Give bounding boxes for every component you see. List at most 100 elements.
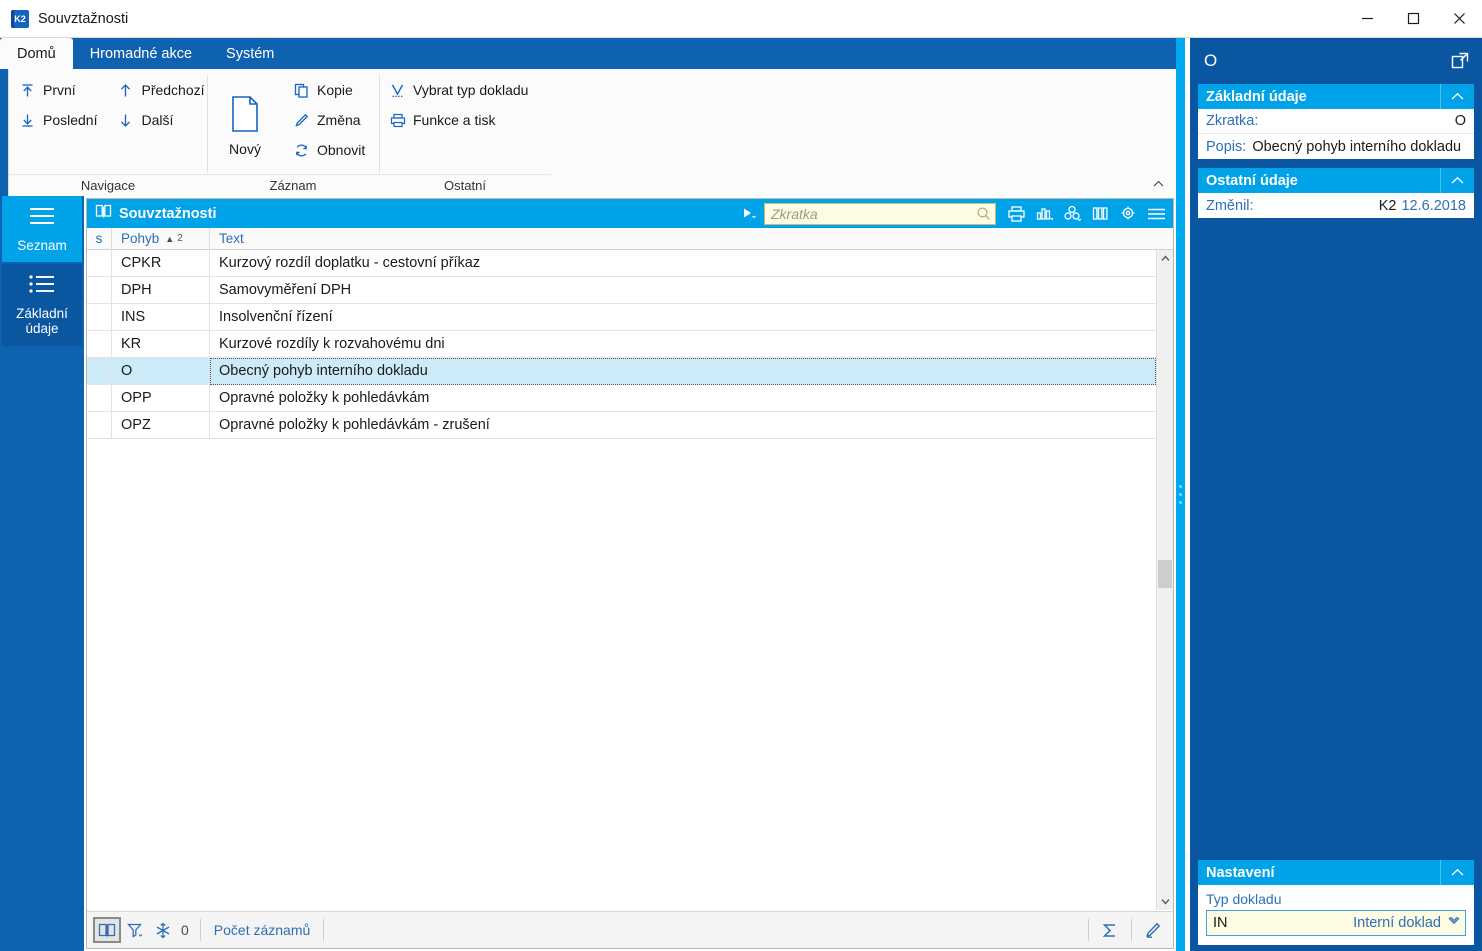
double-chevron-down-icon[interactable] — [1447, 916, 1461, 931]
field-zkratka-value: O — [1454, 113, 1466, 129]
bar-chart-icon[interactable] — [1031, 201, 1057, 226]
field-zmenil[interactable]: Změnil: K2 12.6.2018 — [1198, 193, 1474, 218]
button-funkce-a-tisk-label: Funkce a tisk — [413, 112, 496, 128]
section-nastaveni: Nastavení Typ dokladu IN Interní doklad — [1198, 860, 1474, 945]
cell-pohyb: INS — [112, 303, 210, 331]
sidebar-item-seznam-label: Seznam — [17, 237, 67, 253]
button-novy-label: Nový — [229, 140, 261, 157]
column-header-s[interactable]: s — [87, 227, 112, 250]
maximize-icon[interactable] — [1390, 0, 1436, 37]
cell-text: Insolvenční řízení — [219, 309, 333, 325]
ribbon: Domů Hromadné akce Systém První Poslední… — [0, 38, 1176, 196]
button-predchozi[interactable]: Předchozí — [107, 75, 214, 105]
cell-text: Obecný pohyb interního dokladu — [210, 357, 1156, 385]
button-zmena[interactable]: Změna — [283, 105, 375, 135]
button-kopie-label: Kopie — [317, 82, 353, 98]
field-popis[interactable]: Popis: Obecný pohyb interního dokladu — [1198, 134, 1474, 159]
field-zkratka[interactable]: Zkratka: O — [1198, 109, 1474, 134]
funnel-icon[interactable] — [121, 917, 149, 943]
scrollbar-thumb[interactable] — [1158, 560, 1172, 588]
field-typ-dokladu[interactable]: IN Interní doklad — [1206, 910, 1466, 936]
right-detail-panel: O Základní údaje Zkratka: O Popis: Obecn… — [1190, 38, 1482, 951]
button-vybrat-typ-dokladu[interactable]: Vybrat typ dokladu — [379, 75, 538, 105]
pivot-cube-icon[interactable] — [1059, 201, 1085, 226]
arrow-down-icon — [117, 112, 134, 129]
window-titlebar: K2 Souvztažnosti — [0, 0, 1482, 38]
ribbon-group-ostatni-label: Ostatní — [379, 174, 551, 196]
button-dalsi[interactable]: Další — [107, 105, 214, 135]
chevron-up-icon[interactable] — [1440, 84, 1474, 109]
field-zkratka-label: Zkratka: — [1206, 113, 1259, 129]
section-zakladni-udaje-body: Zkratka: O Popis: Obecný pohyb interního… — [1198, 109, 1474, 159]
section-nastaveni-body: Typ dokladu IN Interní doklad — [1198, 885, 1474, 945]
tab-domu[interactable]: Domů — [0, 38, 73, 69]
vertical-splitter[interactable] — [1176, 38, 1185, 951]
columns-icon[interactable] — [1087, 201, 1113, 226]
ribbon-tabs: Domů Hromadné akce Systém — [0, 38, 1176, 69]
divider — [199, 919, 201, 941]
ribbon-group-zaznam: Nový Kopie Změna Obnovit Záznam — [207, 69, 379, 196]
field-zmenil-label: Změnil: — [1206, 197, 1254, 214]
table-row[interactable]: INS Insolvenční řízení — [87, 303, 1156, 331]
hamburger-menu-icon[interactable] — [1143, 201, 1169, 226]
section-ostatni-udaje-header[interactable]: Ostatní údaje — [1198, 168, 1474, 193]
sigma-icon[interactable] — [1096, 917, 1124, 943]
table-row[interactable]: OPZ Opravné položky k pohledávkám - zruš… — [87, 411, 1156, 439]
table-row[interactable]: KR Kurzové rozdíly k rozvahovému dni — [87, 330, 1156, 358]
grid-header: Souvztažnosti — [87, 199, 1173, 228]
button-dalsi-label: Další — [141, 112, 174, 128]
open-external-icon[interactable] — [1446, 47, 1474, 75]
field-zmenil-date: 12.6.2018 — [1401, 197, 1466, 214]
scroll-down-icon[interactable] — [1157, 893, 1173, 910]
snowflake-icon[interactable] — [149, 917, 177, 943]
search-box[interactable] — [764, 202, 996, 225]
table-row[interactable]: DPH Samovyměření DPH — [87, 276, 1156, 304]
book-open-icon[interactable] — [93, 917, 121, 943]
cell-pohyb: OPZ — [112, 411, 210, 439]
tab-system[interactable]: Systém — [209, 38, 291, 69]
field-popis-value: Obecný pohyb interního dokladu — [1252, 138, 1462, 155]
button-novy[interactable]: Nový — [207, 75, 283, 175]
scroll-up-icon[interactable] — [1157, 250, 1173, 267]
gear-icon[interactable] — [1115, 201, 1141, 226]
section-zakladni-udaje-title: Základní údaje — [1206, 88, 1307, 105]
button-posledni[interactable]: Poslední — [9, 105, 107, 135]
table-row-selected[interactable]: O Obecný pohyb interního dokladu — [87, 357, 1156, 385]
chevron-up-icon[interactable] — [1148, 174, 1168, 194]
minimize-icon[interactable] — [1344, 0, 1390, 37]
sidebar-item-zakladni-udaje[interactable]: Základní údaje — [2, 264, 82, 346]
section-ostatni-udaje-title: Ostatní údaje — [1206, 172, 1298, 189]
column-header-text[interactable]: Text — [210, 228, 1173, 250]
table-row[interactable]: OPP Opravné položky k pohledávkám — [87, 384, 1156, 412]
section-nastaveni-header[interactable]: Nastavení — [1198, 860, 1474, 885]
field-typ-dokladu-desc: Interní doklad — [1353, 915, 1441, 931]
column-header-pohyb[interactable]: Pohyb ▲ 2 — [112, 227, 210, 250]
list-lines-icon — [27, 205, 57, 231]
tab-hromadne-akce[interactable]: Hromadné akce — [73, 38, 209, 69]
section-zakladni-udaje-header[interactable]: Základní údaje — [1198, 84, 1474, 109]
button-kopie[interactable]: Kopie — [283, 75, 375, 105]
button-funkce-a-tisk[interactable]: Funkce a tisk — [379, 105, 538, 135]
button-obnovit[interactable]: Obnovit — [283, 135, 375, 165]
cell-text: Kurzový rozdíl doplatku - cestovní příka… — [219, 255, 481, 271]
chevron-up-icon[interactable] — [1440, 860, 1474, 885]
search-input[interactable] — [771, 205, 976, 222]
chevron-up-icon[interactable] — [1440, 168, 1474, 193]
button-prvni[interactable]: První — [9, 75, 107, 105]
field-typ-dokladu-code: IN — [1213, 915, 1228, 931]
grid-vertical-scrollbar[interactable] — [1156, 250, 1173, 910]
grid-column-headers: s Pohyb ▲ 2 Text — [87, 227, 1173, 250]
sidebar-item-seznam[interactable]: Seznam — [2, 196, 82, 263]
pencil-icon — [293, 112, 310, 129]
magnifier-icon[interactable] — [976, 206, 991, 221]
book-icon — [95, 203, 112, 224]
close-icon[interactable] — [1436, 0, 1482, 37]
select-type-icon — [389, 82, 406, 99]
table-row[interactable]: CPKR Kurzový rozdíl doplatku - cestovní … — [87, 250, 1156, 277]
cell-s — [87, 330, 112, 358]
cell-text: Opravné položky k pohledávkám — [219, 390, 430, 406]
button-posledni-label: Poslední — [43, 112, 98, 128]
play-filter-icon[interactable] — [736, 201, 762, 226]
pencil-icon[interactable] — [1139, 917, 1167, 943]
printer-icon[interactable] — [1003, 201, 1029, 226]
